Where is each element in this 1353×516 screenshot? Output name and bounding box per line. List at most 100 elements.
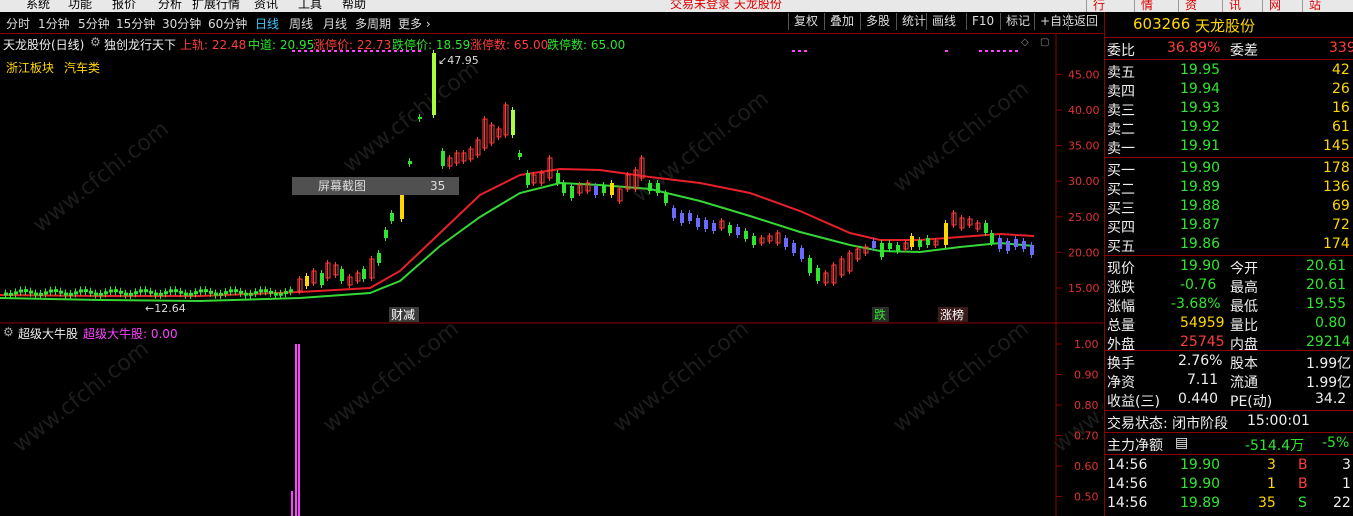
period-tab[interactable]: 1分钟 — [38, 15, 70, 32]
upper-band-label: 上轨: 22.48 — [180, 38, 247, 52]
menu-item[interactable]: 帮助 — [342, 0, 366, 12]
menu-item[interactable]: 资讯 — [254, 0, 278, 12]
bid-label: 买四 — [1107, 220, 1135, 236]
ask-price[interactable]: 19.91 — [1180, 138, 1220, 154]
candle-body — [696, 218, 700, 227]
toolbar-action-button[interactable]: 多股 — [860, 13, 895, 30]
settings-gear-icon[interactable]: ⚙ — [90, 35, 101, 49]
period-tab[interactable]: 月线 — [323, 15, 347, 32]
ask-price[interactable]: 19.95 — [1180, 62, 1220, 78]
limit-down-count-label: 跌停数: 65.00 — [547, 38, 626, 52]
period-tab[interactable]: 30分钟 — [162, 15, 201, 32]
candle-body — [39, 292, 43, 296]
period-tab[interactable]: 更多 › — [398, 15, 431, 32]
divider — [1105, 410, 1353, 411]
candle-body — [44, 291, 48, 295]
candle-body — [234, 289, 238, 293]
period-tab[interactable]: 分时 — [6, 15, 30, 32]
period-tab[interactable]: 周线 — [289, 15, 313, 32]
candle-body — [24, 289, 28, 293]
menu-item[interactable]: 工具 — [298, 0, 322, 12]
sub-settings-gear-icon[interactable]: ⚙ — [3, 325, 14, 339]
candle-body — [918, 240, 922, 247]
candle-body — [219, 292, 223, 296]
top-link-button[interactable]: 讯 — [1222, 0, 1241, 12]
candle-body — [274, 292, 278, 296]
sub-y-tick-label: 1.00 — [1074, 338, 1099, 351]
menu-item[interactable]: 分析 — [158, 0, 182, 12]
stat-label: 内盘 — [1230, 337, 1258, 353]
sub-indicator-name[interactable]: 超级大牛股 — [18, 325, 78, 342]
industry-label[interactable]: 汽车类 — [64, 59, 100, 76]
stat-label: 今开 — [1230, 261, 1258, 277]
candle-body — [129, 292, 133, 296]
top-link-button[interactable]: 情 — [1134, 0, 1153, 12]
menu-item[interactable]: 系统 — [26, 0, 50, 12]
indicator-name[interactable]: 独创龙行天下 — [104, 36, 176, 53]
toolbar-action-button[interactable]: 返回 — [1068, 13, 1103, 30]
candle-body — [4, 292, 8, 296]
candle-body — [1014, 239, 1018, 247]
kline-chart[interactable]: www.cfchi.com www.cfchi.com www.cfchi.com w… — [0, 33, 1103, 516]
top-link-button[interactable]: 行 — [1086, 0, 1105, 12]
maximize-icon[interactable]: ▢ — [1040, 37, 1049, 48]
candle-body — [154, 292, 158, 296]
candle-body — [104, 291, 108, 295]
toolbar-action-button[interactable]: F10 — [966, 13, 999, 30]
sector-label[interactable]: 浙江板块 — [6, 59, 54, 76]
candle-body — [264, 289, 268, 293]
period-tab[interactable]: 多周期 — [355, 15, 391, 32]
top-link-button[interactable]: 资 — [1178, 0, 1197, 12]
ask-price[interactable]: 19.94 — [1180, 81, 1220, 97]
candle-body — [289, 289, 293, 293]
candle-body — [526, 173, 530, 185]
candle-body — [134, 291, 138, 295]
toolbar-action-button[interactable]: 叠加 — [824, 13, 859, 30]
bid-price[interactable]: 19.88 — [1180, 198, 1220, 214]
candle-body — [944, 223, 948, 245]
top-link-button[interactable]: 站 — [1302, 0, 1321, 12]
bid-price[interactable]: 19.87 — [1180, 217, 1220, 233]
stat-row: 总量 54959 量比 0.80 — [1105, 315, 1353, 334]
period-tab[interactable]: 60分钟 — [208, 15, 247, 32]
menu-item[interactable]: 功能 — [68, 0, 92, 12]
stat-label: 总量 — [1107, 318, 1135, 334]
diamond-icon[interactable]: ◇ — [1021, 37, 1029, 48]
toolbar-action-button[interactable]: 标记 — [1000, 13, 1035, 30]
divider — [1105, 157, 1353, 158]
bid-row: 买四 19.87 72 — [1105, 217, 1353, 236]
period-tab[interactable]: 5分钟 — [78, 15, 110, 32]
bid-price[interactable]: 19.89 — [1180, 179, 1220, 195]
main-net-label[interactable]: 主力净额 — [1107, 435, 1163, 455]
divider — [1105, 350, 1353, 351]
candle-body — [214, 292, 218, 296]
top-link-button[interactable]: 网 — [1262, 0, 1281, 12]
ask-volume: 26 — [1332, 81, 1350, 97]
candle-body — [254, 291, 258, 295]
bid-row: 买三 19.88 69 — [1105, 198, 1353, 217]
bid-price[interactable]: 19.90 — [1180, 160, 1220, 176]
candle-body — [926, 238, 930, 245]
candle-body — [84, 289, 88, 293]
ask-row: 卖五 19.95 42 — [1105, 62, 1353, 81]
candle-body — [194, 291, 198, 295]
toolbar-action-button[interactable]: 复权 — [788, 13, 823, 30]
signal-label: 涨榜 — [940, 307, 964, 322]
candle-body — [54, 289, 58, 293]
bid-volume: 174 — [1323, 236, 1350, 252]
toolbar-action-button[interactable]: 画线 — [926, 13, 961, 30]
main-net-pct: -5% — [1322, 435, 1350, 451]
bid-price[interactable]: 19.86 — [1180, 236, 1220, 252]
menu-item[interactable]: 扩展行情 — [192, 0, 240, 12]
tick-count: 1 — [1342, 476, 1351, 492]
ask-price[interactable]: 19.92 — [1180, 119, 1220, 135]
ask-price[interactable]: 19.93 — [1180, 100, 1220, 116]
tick-side: S — [1298, 495, 1307, 511]
stat-value: 1.99亿 — [1306, 356, 1352, 372]
period-tab[interactable]: 15分钟 — [116, 15, 155, 32]
main-net-list-icon[interactable]: ▤ — [1175, 435, 1188, 451]
period-tab[interactable]: 日线 — [255, 15, 279, 32]
candle-body — [149, 290, 153, 294]
menu-item[interactable]: 报价 — [112, 0, 136, 12]
tick-volume: 35 — [1258, 495, 1276, 511]
